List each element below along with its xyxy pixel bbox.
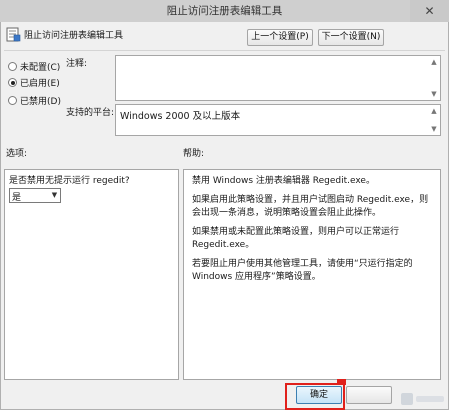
comment-textarea[interactable]: ▲ ▼ — [115, 55, 441, 101]
help-paragraph: 如果启用此策略设置，并且用户试图启动 Regedit.exe，则会出现一条消息，… — [192, 195, 429, 218]
help-paragraph: 若要阻止用户使用其他管理工具，请使用“只运行指定的 Windows 应用程序”策… — [192, 259, 413, 282]
radio-not-configured-label: 未配置(C) — [20, 63, 61, 73]
platform-scroll-down-icon[interactable]: ▼ — [429, 124, 439, 134]
cancel-button[interactable] — [346, 386, 392, 404]
platform-scroll-up-icon[interactable]: ▲ — [429, 106, 439, 116]
close-icon: ✕ — [424, 4, 435, 18]
help-panel: 禁用 Windows 注册表编辑器 Regedit.exe。 如果启用此策略设置… — [183, 169, 441, 380]
chevron-down-icon[interactable]: ▼ — [49, 189, 60, 202]
options-section-label: 选项: — [6, 149, 28, 159]
help-paragraph: 禁用 Windows 注册表编辑器 Regedit.exe。 — [192, 176, 375, 186]
highlight-marker — [337, 379, 346, 385]
radio-disabled-label: 已禁用(D) — [20, 97, 61, 107]
next-setting-button[interactable]: 下一个设置(N) — [318, 29, 384, 46]
header-divider — [4, 50, 445, 51]
radio-disabled[interactable] — [8, 96, 17, 105]
comment-label: 注释: — [66, 59, 88, 69]
comment-scroll-down-icon[interactable]: ▼ — [429, 89, 439, 99]
dropdown-selected-value: 是 — [12, 193, 22, 203]
radio-enabled[interactable] — [8, 78, 17, 87]
options-question: 是否禁用无提示运行 regedit? — [9, 176, 130, 186]
help-paragraph: 如果禁用或未配置此策略设置，则用户可以正常运行 Regedit.exe。 — [192, 227, 400, 250]
policy-setting-icon — [6, 27, 21, 42]
supported-platform-label: 支持的平台: — [66, 108, 115, 118]
previous-setting-button[interactable]: 上一个设置(P) — [247, 29, 313, 46]
policy-name: 阻止访问注册表编辑工具 — [24, 31, 124, 41]
ok-button[interactable]: 确定 — [296, 386, 342, 404]
supported-platform-field: Windows 2000 及以上版本 ▲ ▼ — [115, 104, 441, 136]
radio-enabled-label: 已启用(E) — [20, 79, 60, 89]
window-title: 阻止访问注册表编辑工具 — [166, 5, 283, 17]
watermark-logo — [401, 393, 444, 405]
supported-platform-value: Windows 2000 及以上版本 — [120, 111, 241, 122]
comment-scroll-up-icon[interactable]: ▲ — [429, 57, 439, 67]
radio-not-configured[interactable] — [8, 62, 17, 71]
help-section-label: 帮助: — [183, 149, 205, 159]
